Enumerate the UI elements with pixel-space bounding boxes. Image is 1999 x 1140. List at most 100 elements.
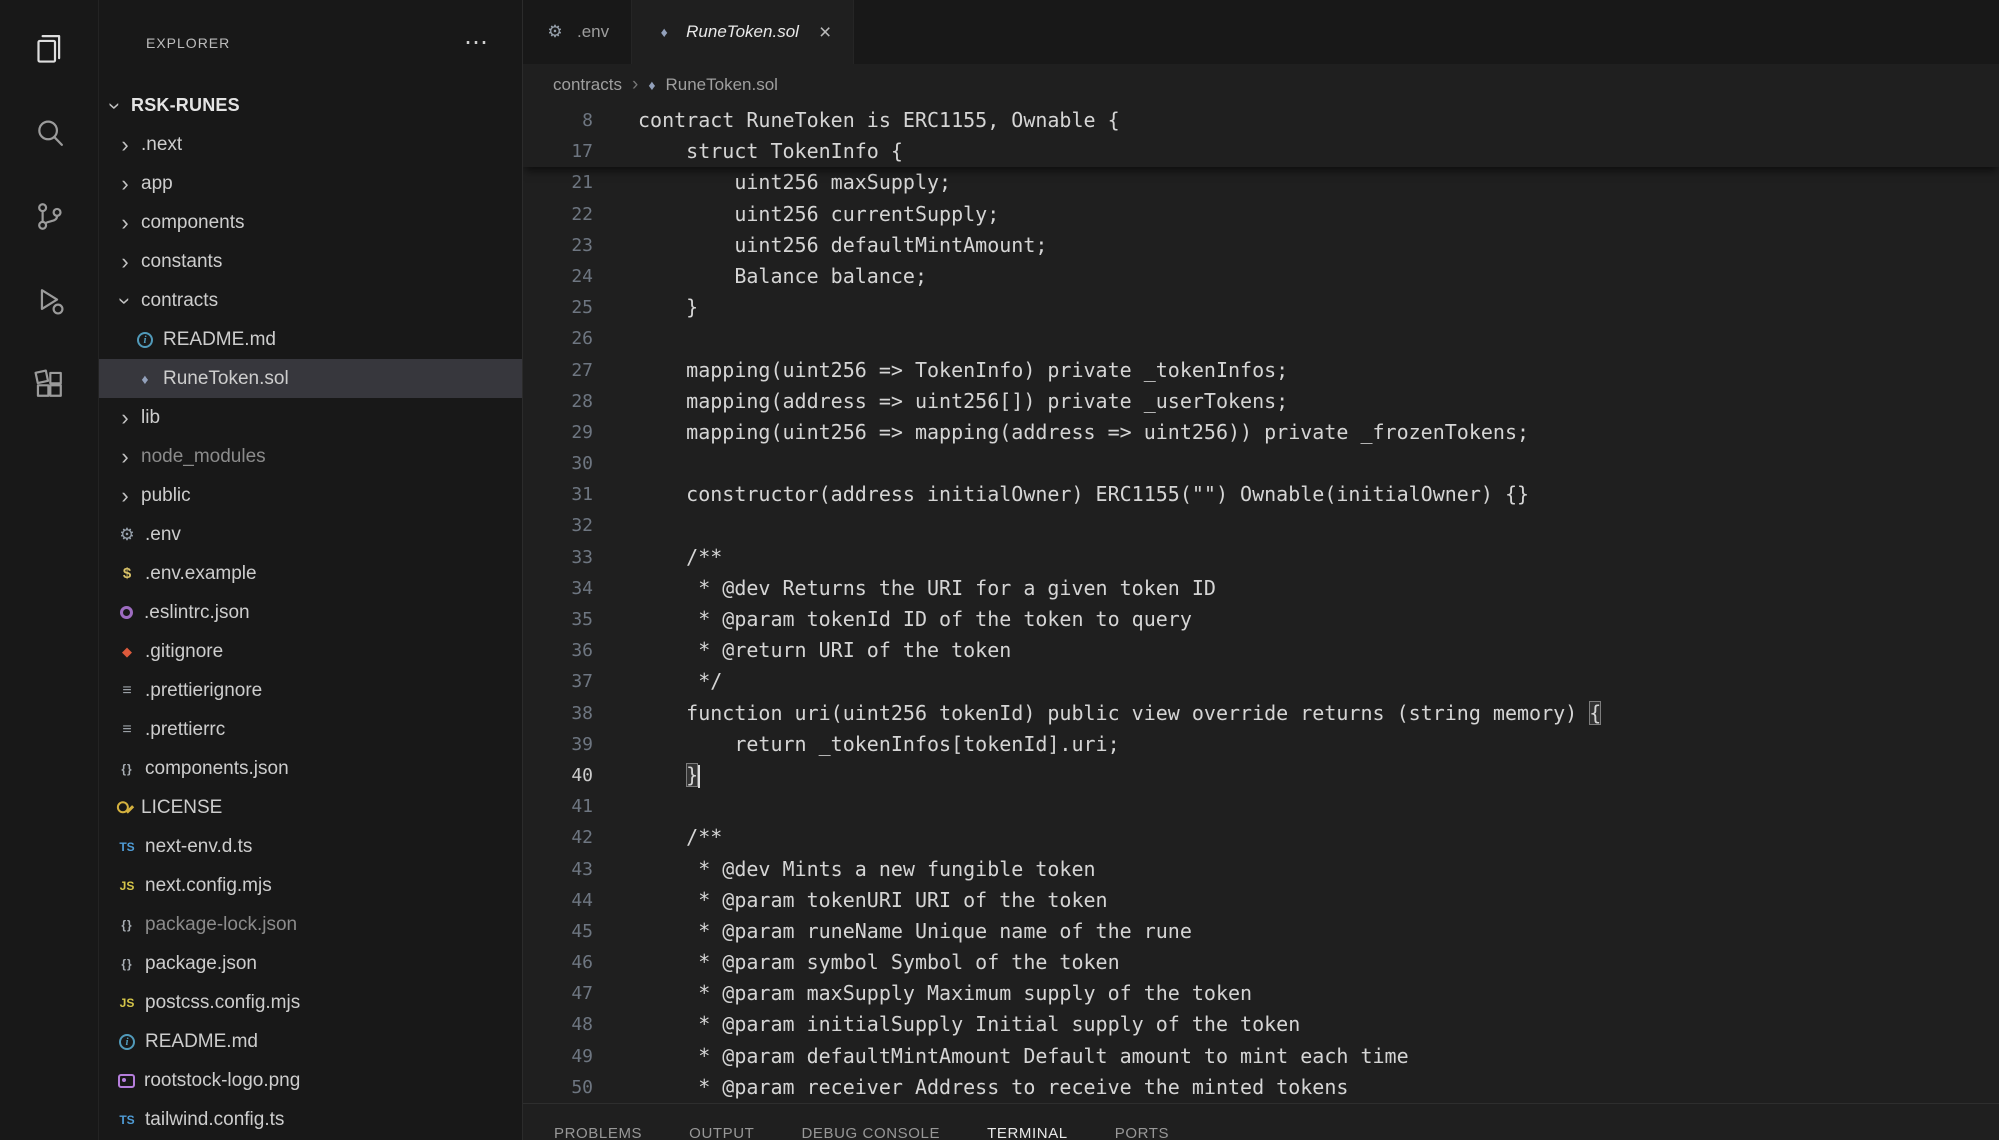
folder-contracts[interactable]: ›contracts: [99, 281, 522, 320]
panel-tab-output[interactable]: OUTPUT: [689, 1125, 754, 1140]
code-line[interactable]: 17 struct TokenInfo {: [523, 136, 1999, 167]
file-eslintrc-json[interactable]: .eslintrc.json: [99, 593, 522, 632]
code-editor[interactable]: 8contract RuneToken is ERC1155, Ownable …: [523, 105, 1999, 1140]
chevron-down-icon: ›: [114, 291, 136, 311]
code-line[interactable]: 50 * @param receiver Address to receive …: [523, 1072, 1999, 1103]
code-line[interactable]: 46 * @param symbol Symbol of the token: [523, 947, 1999, 978]
file-package-json[interactable]: {}package.json: [99, 944, 522, 983]
tree-item-label: RuneToken.sol: [163, 368, 289, 390]
code-line[interactable]: 34 * @dev Returns the URI for a given to…: [523, 573, 1999, 604]
file-components-json[interactable]: {}components.json: [99, 749, 522, 788]
file-readme-md[interactable]: iREADME.md: [99, 320, 522, 359]
code-line[interactable]: 36 * @return URI of the token: [523, 635, 1999, 666]
code-line[interactable]: 33 /**: [523, 542, 1999, 573]
file-next-config-mjs[interactable]: JSnext.config.mjs: [99, 866, 522, 905]
more-actions-icon[interactable]: ⋯: [464, 31, 488, 55]
breadcrumb-item[interactable]: contracts: [553, 75, 622, 95]
code-text: /**: [593, 542, 722, 573]
line-number: 42: [523, 822, 593, 853]
code-text: }: [593, 760, 700, 791]
code-line[interactable]: 30: [523, 448, 1999, 479]
search-icon[interactable]: [25, 108, 73, 156]
code-line[interactable]: 39 return _tokenInfos[tokenId].uri;: [523, 729, 1999, 760]
folder-next[interactable]: ›.next: [99, 125, 522, 164]
code-line[interactable]: 21 uint256 maxSupply;: [523, 167, 1999, 198]
ts-icon: TS: [115, 836, 139, 858]
code-line[interactable]: 22 uint256 currentSupply;: [523, 199, 1999, 230]
source-control-icon[interactable]: [25, 192, 73, 240]
code-line[interactable]: 49 * @param defaultMintAmount Default am…: [523, 1041, 1999, 1072]
vscode-window: EXPLORER ⋯ ›RSK-RUNES›.next›app›componen…: [0, 0, 1999, 1140]
braces-icon: {}: [115, 758, 139, 780]
file-env[interactable]: ⚙.env: [99, 515, 522, 554]
code-line[interactable]: 44 * @param tokenURI URI of the token: [523, 885, 1999, 916]
code-line[interactable]: 23 uint256 defaultMintAmount;: [523, 230, 1999, 261]
code-line[interactable]: 31 constructor(address initialOwner) ERC…: [523, 479, 1999, 510]
tab-runetoken-sol[interactable]: ♦RuneToken.sol×: [632, 0, 854, 64]
folder-node-modules[interactable]: ›node_modules: [99, 437, 522, 476]
file-readme-md[interactable]: iREADME.md: [99, 1022, 522, 1061]
file-prettierignore[interactable]: ≡.prettierignore: [99, 671, 522, 710]
run-debug-icon[interactable]: [25, 276, 73, 324]
folder-components[interactable]: ›components: [99, 203, 522, 242]
code-text: contract RuneToken is ERC1155, Ownable {: [593, 105, 1120, 136]
code-text: [593, 323, 638, 354]
line-number: 33: [523, 542, 593, 573]
code-line[interactable]: 38 function uri(uint256 tokenId) public …: [523, 698, 1999, 729]
tab-env[interactable]: ⚙.env: [523, 0, 632, 64]
git-icon: ◆: [115, 641, 139, 663]
code-line[interactable]: 28 mapping(address => uint256[]) private…: [523, 386, 1999, 417]
code-line[interactable]: 26: [523, 323, 1999, 354]
panel-tab-ports[interactable]: PORTS: [1115, 1125, 1169, 1140]
file-prettierrc[interactable]: ≡.prettierrc: [99, 710, 522, 749]
code-line[interactable]: 40 }: [523, 760, 1999, 791]
panel-tab-terminal[interactable]: TERMINAL: [987, 1125, 1068, 1140]
solidity-icon: ♦: [133, 368, 157, 390]
code-line[interactable]: 48 * @param initialSupply Initial supply…: [523, 1009, 1999, 1040]
folder-constants[interactable]: ›constants: [99, 242, 522, 281]
file-package-lock-json[interactable]: {}package-lock.json: [99, 905, 522, 944]
code-line[interactable]: 29 mapping(uint256 => mapping(address =>…: [523, 417, 1999, 448]
code-line[interactable]: 41: [523, 791, 1999, 822]
code-line[interactable]: 8contract RuneToken is ERC1155, Ownable …: [523, 105, 1999, 136]
chevron-right-icon: ›: [115, 212, 135, 234]
file-gitignore[interactable]: ◆.gitignore: [99, 632, 522, 671]
code-line[interactable]: 45 * @param runeName Unique name of the …: [523, 916, 1999, 947]
line-number: 35: [523, 604, 593, 635]
folder-app[interactable]: ›app: [99, 164, 522, 203]
code-line[interactable]: 24 Balance balance;: [523, 261, 1999, 292]
text-cursor: [698, 765, 700, 788]
code-line[interactable]: 25 }: [523, 292, 1999, 323]
line-number: 43: [523, 854, 593, 885]
breadcrumb-item[interactable]: RuneToken.sol: [665, 75, 777, 95]
file-env-example[interactable]: $.env.example: [99, 554, 522, 593]
code-line[interactable]: 42 /**: [523, 822, 1999, 853]
file-next-env-d-ts[interactable]: TSnext-env.d.ts: [99, 827, 522, 866]
code-line[interactable]: 37 */: [523, 666, 1999, 697]
folder-lib[interactable]: ›lib: [99, 398, 522, 437]
code-line[interactable]: 27 mapping(uint256 => TokenInfo) private…: [523, 355, 1999, 386]
code-text: [593, 448, 638, 479]
code-line[interactable]: 35 * @param tokenId ID of the token to q…: [523, 604, 1999, 635]
folder-public[interactable]: ›public: [99, 476, 522, 515]
code-text: * @return URI of the token: [593, 635, 1011, 666]
file-runetoken-sol[interactable]: ♦ RuneToken.sol: [99, 359, 522, 398]
panel-tab-problems[interactable]: PROBLEMS: [554, 1125, 642, 1140]
code-line[interactable]: 43 * @dev Mints a new fungible token: [523, 854, 1999, 885]
tree-item-label: lib: [141, 407, 160, 429]
file-license[interactable]: LICENSE: [99, 788, 522, 827]
file-tailwind-config-ts[interactable]: TStailwind.config.ts: [99, 1100, 522, 1139]
extensions-icon[interactable]: [25, 360, 73, 408]
close-icon[interactable]: ×: [819, 22, 831, 43]
folder-rsk-runes[interactable]: ›RSK-RUNES: [99, 86, 522, 125]
file-rootstock-logo-png[interactable]: rootstock-logo.png: [99, 1061, 522, 1100]
panel-tab-debug-console[interactable]: DEBUG CONSOLE: [801, 1125, 940, 1140]
eslint-icon: [120, 606, 133, 619]
code-line[interactable]: 32: [523, 510, 1999, 541]
explorer-icon[interactable]: [25, 24, 73, 72]
line-number: 17: [523, 136, 593, 167]
tree-item-label: tailwind.config.ts: [145, 1109, 284, 1131]
code-line[interactable]: 47 * @param maxSupply Maximum supply of …: [523, 978, 1999, 1009]
tree-item-label: README.md: [163, 329, 276, 351]
file-postcss-config-mjs[interactable]: JSpostcss.config.mjs: [99, 983, 522, 1022]
